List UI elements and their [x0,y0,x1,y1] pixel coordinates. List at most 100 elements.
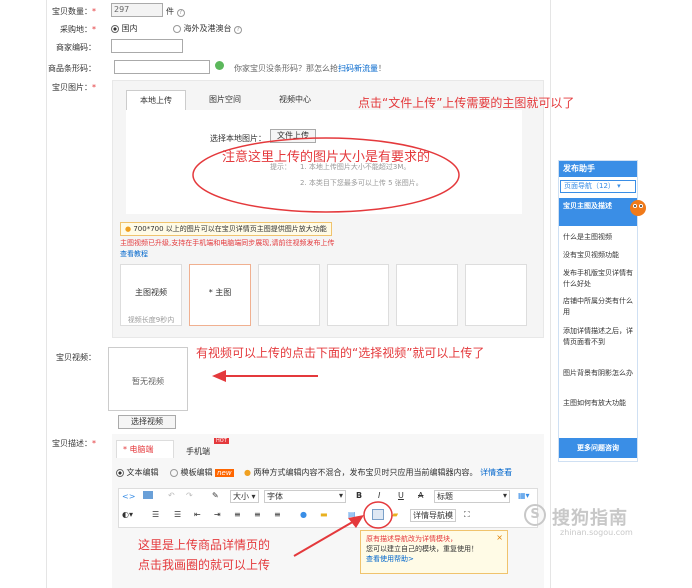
helper-item-4[interactable]: 添加详情描述之后，详情页面看不到 [563,326,635,348]
radio-icon [173,24,181,33]
annotation-arrow-video [212,370,318,382]
bulb-icon: ● [244,468,251,477]
video-notice: 主图视频已升级,支持在手机端和电脑端同步展现,请前往视频发布上传 [120,239,335,247]
slot-main-label: * 主图 [208,288,232,297]
image-label: 宝贝图片：* [52,83,96,92]
watermark-url: zhinan.sogou.com [560,528,633,537]
list-unordered-icon[interactable]: ☰ [174,510,181,519]
helper-item-5[interactable]: 图片背景有阴影怎么办 [563,368,635,379]
annotation-select-video: 有视频可以上传的点击下面的“选择视频”就可以上传了 [196,346,485,360]
annotation-detail-line2: 点击我画圈的就可以上传 [138,558,271,572]
mode-note: ● 两种方式编辑内容不混合，发布宝贝时只应用当前编辑器内容。 详情查看 [244,468,513,477]
table-icon[interactable]: ▦▾ [518,491,530,500]
barcode-input[interactable] [114,60,210,74]
radio-checked-icon [116,468,124,477]
indent-icon[interactable]: ⇥ [214,510,221,519]
heading-select[interactable]: 标题 ▾ [434,490,510,503]
purchase-label: 采购地：* [60,25,96,34]
tab-local-upload[interactable]: 本地上传 [126,90,186,110]
right-border [550,0,551,588]
color-icon[interactable]: ◐▾ [122,510,133,519]
source-icon[interactable]: <> [122,492,135,501]
helper-item-1[interactable]: 没有宝贝视频功能 [563,250,635,261]
helper-section: 宝贝主图及描述 [559,198,637,226]
more-questions-button[interactable]: 更多问题咨询 [559,438,637,458]
redo-icon[interactable]: ↷ [186,491,193,500]
undo-icon[interactable]: ↶ [168,491,175,500]
mode-template-edit[interactable]: 模板编辑 new [170,467,234,478]
watermark-brand: 搜狗指南 [552,508,628,529]
helper-item-3[interactable]: 店铺中所属分类有什么用 [563,296,635,318]
video-label: 宝贝视频： [56,353,96,362]
help-icon[interactable]: ? [234,26,243,34]
radio-icon [170,468,178,477]
tab-mobile[interactable]: 手机端 [186,446,210,457]
detail-nav-select[interactable]: 详情导航模 [410,509,456,522]
purchase-radio-domestic[interactable]: 国内 [111,23,138,34]
select-video-button[interactable]: 选择视频 [118,415,176,429]
helper-item-2[interactable]: 发布手机版宝贝详情有什么好处 [563,268,635,290]
fullscreen-icon[interactable]: ⛶ [464,510,470,520]
bold-button[interactable]: B [356,491,362,500]
mode-text-edit[interactable]: 文本编辑 [116,467,159,478]
brush-icon[interactable]: ✎ [212,491,219,500]
chevron-down-icon: ▾ [617,182,621,190]
popup-line1: 原有描述导航改为详情模块， [366,535,457,543]
barcode-label: 商品条形码： [48,64,96,73]
qty-unit: 件 ? [166,6,185,17]
page-nav-select[interactable]: 页面导航（12） ▾ [560,180,636,193]
slot-image-5[interactable] [396,264,458,326]
font-select[interactable]: 字体 ▾ [264,490,346,503]
bulb-icon: ● [125,225,132,233]
slot-main-video[interactable]: 主图视频 视频长度9秒内 [120,264,182,326]
popup-line2: 您可以建立自己的模块，重复使用！ [366,545,478,553]
barcode-link[interactable]: 扫码新流量 [338,64,378,73]
new-badge: new [215,469,234,477]
tab-image-space[interactable]: 图片空间 [196,90,254,110]
preview-icon[interactable] [143,491,153,499]
annotation-file-upload: 点击“文件上传”上传需要的主图就可以了 [358,96,575,110]
align-left-icon[interactable]: ≡ [234,510,241,519]
outdent-icon[interactable]: ⇤ [194,510,201,519]
merchant-code-input[interactable] [111,39,183,53]
helper-item-6[interactable]: 主图如何有放大功能 [563,398,635,409]
desc-label: 宝贝描述：* [52,439,96,448]
slot-video-sub: 视频长度9秒内 [127,316,175,324]
popup-help-link[interactable]: 查看使用帮助> [366,554,502,564]
merchant-code-label: 商家编码： [56,43,96,52]
purchase-radio-overseas[interactable]: 海外及港澳台 ? [173,23,243,34]
tutorial-link[interactable]: 查看教程 [120,249,148,259]
check-icon [215,61,224,70]
slot-image-6[interactable] [465,264,527,326]
strike-button[interactable]: A [418,491,423,500]
align-right-icon[interactable]: ≡ [274,510,281,519]
slot-image-3[interactable] [258,264,320,326]
slot-video-label: 主图视频 [135,288,167,297]
close-icon[interactable]: × [496,533,503,542]
mascot-icon [628,196,648,218]
size-select[interactable]: 大小 ▾ [230,490,259,503]
size-notice: ● 700*700 以上的图片可以在宝贝详情页主图提供图片放大功能 [120,222,332,236]
underline-button[interactable]: U [398,491,404,500]
watermark-logo-icon: S [524,504,546,526]
list-ordered-icon[interactable]: ☰ [152,510,159,519]
annotation-arrow-editor [293,515,364,557]
italic-button[interactable]: I [378,491,380,500]
help-icon[interactable]: ? [176,9,185,17]
video-preview: 暂无视频 [108,347,188,411]
tab-video-center[interactable]: 视频中心 [266,90,324,110]
qty-input[interactable]: 297 [111,3,163,17]
radio-checked-icon [111,24,119,33]
nav-popup: 原有描述导航改为详情模块， 您可以建立自己的模块，重复使用！ 查看使用帮助> × [360,530,508,574]
hot-badge: HOT [214,438,229,444]
tab-pc[interactable]: * 电脑端 [116,440,174,458]
barcode-hint: 你家宝贝没条形码？那怎么抢扫码新流量！ [234,64,386,73]
detail-link[interactable]: 详情查看 [480,468,512,477]
no-video-text: 暂无视频 [132,377,164,386]
helper-item-0[interactable]: 什么是主图视频 [563,232,635,243]
annotation-size-limit: 注意这里上传的图片大小是有要求的 [222,150,431,165]
align-center-icon[interactable]: ≡ [254,510,261,519]
annotation-detail-line1: 这里是上传商品详情页的 [138,538,271,552]
slot-image-4[interactable] [327,264,389,326]
slot-main-image[interactable]: * 主图 [189,264,251,326]
